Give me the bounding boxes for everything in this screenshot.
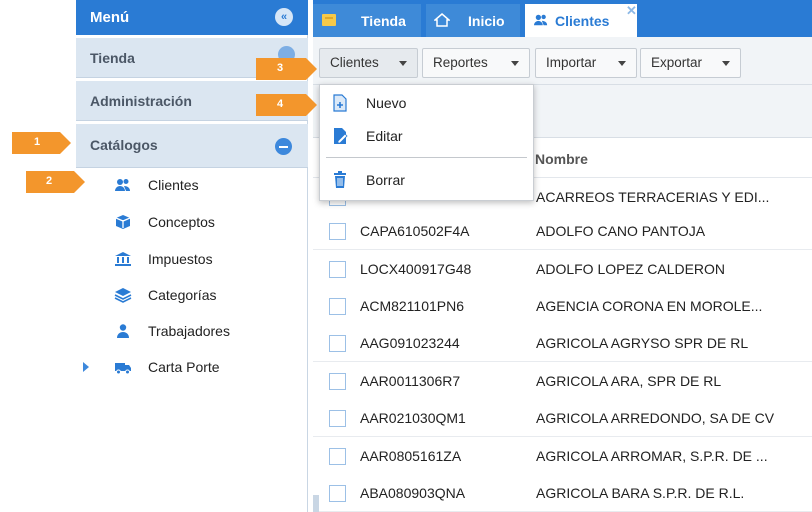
menu-header: Menú « — [76, 0, 308, 35]
row-rfc: AAR0805161ZA — [360, 448, 462, 464]
table-row[interactable]: AAR0805161ZA AGRICOLA ARROMAR, S.P.R. DE… — [313, 437, 812, 475]
sidebar-item-conceptos[interactable]: Conceptos — [76, 205, 308, 239]
scrollbar-thumb[interactable] — [313, 495, 319, 512]
clientes-menu-button[interactable]: Clientes — [319, 48, 418, 78]
sidebar-item-label: Clientes — [148, 177, 199, 193]
store-icon — [322, 14, 336, 26]
row-checkbox[interactable] — [329, 223, 346, 240]
toolbar: Clientes Reportes Importar Exportar — [313, 37, 812, 85]
row-checkbox[interactable] — [329, 410, 346, 427]
home-icon — [434, 13, 450, 27]
tab-bar: Tienda Inicio Clientes ✕ — [313, 0, 812, 37]
menu-item-label: Borrar — [366, 172, 405, 188]
tab-label: Tienda — [361, 13, 406, 29]
section-catalogos[interactable]: Catálogos — [76, 124, 308, 168]
collapse-section-icon[interactable] — [275, 138, 292, 155]
menu-title: Menú — [90, 9, 130, 26]
reportes-menu-button[interactable]: Reportes — [422, 48, 530, 78]
table-row[interactable]: LOCX400917G48 ADOLFO LOPEZ CALDERON — [313, 250, 812, 288]
menu-separator — [326, 157, 527, 158]
table-row[interactable]: ACM821101PN6 AGENCIA CORONA EN MOROLE... — [313, 287, 812, 325]
chevron-down-icon — [618, 61, 626, 66]
chevron-down-icon — [399, 61, 407, 66]
row-name: ACARREOS TERRACERIAS Y EDI... — [536, 189, 770, 205]
users-icon — [534, 14, 548, 26]
section-label: Administración — [90, 93, 192, 109]
row-checkbox[interactable] — [329, 261, 346, 278]
menu-item-editar[interactable]: Editar — [320, 120, 533, 152]
edit-doc-icon — [334, 128, 348, 144]
menu-item-label: Editar — [366, 128, 403, 144]
sidebar-item-label: Impuestos — [148, 251, 213, 267]
row-checkbox[interactable] — [329, 373, 346, 390]
tab-inicio[interactable]: Inicio — [426, 4, 520, 37]
row-rfc: AAR0011306R7 — [360, 373, 461, 389]
sidebar-item-carta-porte[interactable]: Carta Porte — [76, 350, 308, 384]
bank-icon — [115, 252, 131, 266]
sidebar-item-categorias[interactable]: Categorías — [76, 278, 308, 312]
sidebar-item-trabajadores[interactable]: Trabajadores — [76, 314, 308, 348]
row-rfc: LOCX400917G48 — [360, 261, 472, 277]
table-row[interactable]: AAR0011306R7 AGRICOLA ARA, SPR DE RL — [313, 362, 812, 400]
callout-1: 1 — [12, 132, 71, 154]
sidebar-item-label: Categorías — [148, 287, 217, 303]
row-name: AGRICOLA ARROMAR, S.P.R. DE ... — [536, 448, 768, 464]
sidebar-item-impuestos[interactable]: Impuestos — [76, 242, 308, 276]
section-label: Tienda — [90, 50, 135, 66]
table-row[interactable]: CAPA610502F4A ADOLFO CANO PANTOJA — [313, 212, 812, 250]
row-name: ADOLFO LOPEZ CALDERON — [536, 261, 726, 277]
row-rfc: AAR021030QM1 — [360, 410, 466, 426]
table-row[interactable]: AAG091023244 AGRICOLA AGRYSO SPR DE RL — [313, 324, 812, 362]
row-rfc: ACM821101PN6 — [360, 298, 465, 314]
row-rfc: ABA080903QNA — [360, 485, 466, 501]
callout-4: 4 — [256, 94, 317, 116]
menu-item-nuevo[interactable]: Nuevo — [320, 87, 533, 119]
row-name: ADOLFO CANO PANTOJA — [536, 223, 706, 239]
layers-icon — [114, 288, 132, 303]
callout-3: 3 — [256, 58, 317, 80]
row-rfc: AAG091023244 — [360, 335, 460, 351]
box-icon — [115, 215, 131, 229]
new-doc-icon — [333, 94, 347, 112]
sidebar-item-label: Trabajadores — [148, 323, 230, 339]
truck-icon — [115, 363, 131, 375]
row-checkbox[interactable] — [329, 448, 346, 465]
tab-clientes[interactable]: Clientes ✕ — [525, 3, 637, 37]
importar-menu-button[interactable]: Importar — [535, 48, 637, 78]
column-header-nombre[interactable]: Nombre — [535, 151, 588, 167]
trash-icon — [334, 171, 346, 188]
tab-tienda[interactable]: Tienda — [313, 4, 421, 37]
chevron-down-icon — [722, 61, 730, 66]
sidebar-item-clientes[interactable]: Clientes — [76, 168, 308, 202]
collapse-menu-icon[interactable]: « — [275, 8, 293, 26]
sidebar-item-label: Conceptos — [148, 214, 215, 230]
table-row[interactable]: ABA080903QNA AGRICOLA BARA S.P.R. DE R.L… — [313, 474, 812, 512]
menu-item-label: Nuevo — [366, 95, 407, 111]
row-checkbox[interactable] — [329, 298, 346, 315]
exportar-menu-button[interactable]: Exportar — [640, 48, 741, 78]
row-name: AGRICOLA ARREDONDO, SA DE CV — [536, 410, 775, 426]
expand-arrow-icon[interactable] — [83, 362, 89, 372]
menu-item-borrar[interactable]: Borrar — [320, 164, 533, 196]
row-name: AGRICOLA BARA S.P.R. DE R.L. — [536, 485, 745, 501]
row-name: AGENCIA CORONA EN MOROLE... — [536, 298, 763, 314]
chevron-down-icon — [511, 61, 519, 66]
clientes-dropdown-menu: Nuevo Editar Borrar — [319, 84, 534, 201]
row-checkbox[interactable] — [329, 335, 346, 352]
row-name: AGRICOLA AGRYSO SPR DE RL — [536, 335, 749, 351]
table-row[interactable]: AAR021030QM1 AGRICOLA ARREDONDO, SA DE C… — [313, 399, 812, 437]
tab-label: Inicio — [468, 13, 505, 29]
callout-2: 2 — [26, 171, 85, 193]
section-label: Catálogos — [90, 137, 158, 153]
users-icon — [115, 179, 130, 191]
row-checkbox[interactable] — [329, 485, 346, 502]
row-rfc: CAPA610502F4A — [360, 223, 470, 239]
tab-label: Clientes — [555, 13, 610, 29]
worker-icon — [117, 324, 129, 338]
close-icon[interactable]: ✕ — [626, 3, 637, 19]
row-name: AGRICOLA ARA, SPR DE RL — [536, 373, 722, 389]
sidebar-item-label: Carta Porte — [148, 359, 220, 375]
